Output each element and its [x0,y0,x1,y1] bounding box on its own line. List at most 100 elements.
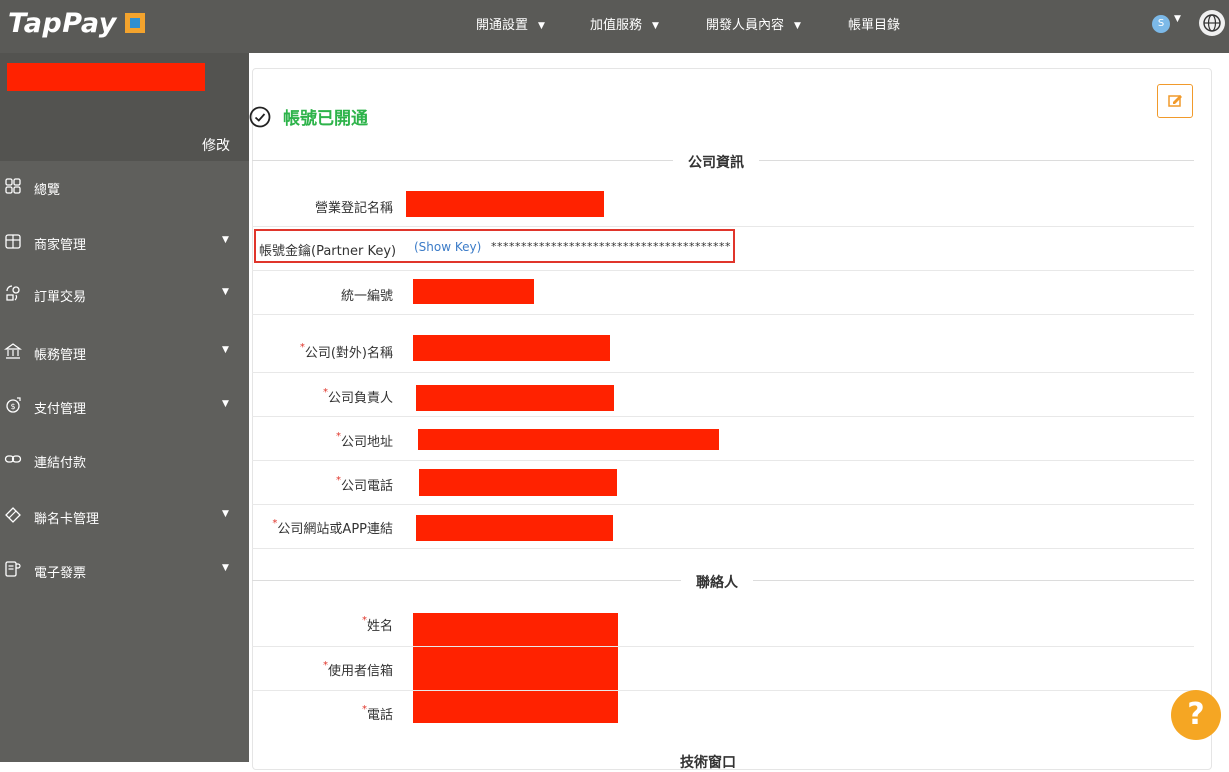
check-circle-icon [249,106,271,127]
nav-value-added[interactable]: 加值服務 ▼ [590,14,659,33]
bank-icon [4,343,22,359]
row-divider [252,646,1194,647]
sidebar-item-payment[interactable]: $ 支付管理 ▼ [0,391,249,421]
caret-down-icon: ▼ [222,235,229,245]
logo-mark-icon [124,13,145,33]
sidebar-item-store[interactable]: 商家管理 ▼ [0,227,249,257]
redacted-company-public-name [413,335,610,361]
edit-account-link[interactable]: 修改 [202,135,230,155]
edit-button[interactable] [1157,84,1193,118]
row-divider [252,504,1194,505]
section-title-contact: 聯絡人 [681,572,753,592]
edit-icon [1168,95,1182,107]
sidebar-item-label: 聯名卡管理 [34,512,100,527]
sidebar-item-e-invoice[interactable]: 電子發票 ▼ [0,555,249,585]
sidebar-item-payment-link[interactable]: 連結付款 [0,445,249,475]
account-status-text: 帳號已開通 [283,109,368,129]
partner-key-masked: **************************************** [491,240,731,253]
label-company-address: *公司地址 [336,431,393,450]
link-icon [4,455,22,463]
account-info-card [252,68,1212,770]
caret-down-icon: ▼ [222,345,229,355]
logo-text: TapPay [8,7,117,39]
label-contact-email: *使用者信箱 [323,660,393,679]
show-key-link[interactable]: (Show Key) [414,240,481,254]
redacted-company-address [418,429,719,450]
sidebar-item-label: 訂單交易 [34,290,87,305]
sidebar-item-label: 電子發票 [34,566,87,581]
sidebar-item-label: 總覽 [34,183,61,198]
caret-down-icon: ▼ [222,509,229,519]
nav-value-added-label: 加值服務 [590,18,643,33]
label-text: 公司(對外)名稱 [304,346,393,361]
label-text: 公司電話 [340,479,393,494]
redacted-contact-info [413,613,618,723]
nav-developer[interactable]: 開發人員內容 ▼ [706,14,801,33]
row-divider [252,690,1194,691]
label-contact-phone: *電話 [362,704,393,723]
sidebar-item-cobrand-card[interactable]: 聯名卡管理 ▼ [0,501,249,531]
sidebar-item-label: 支付管理 [34,402,87,417]
sidebar-account-header: 修改 [0,53,249,161]
label-contact-name: *姓名 [362,615,393,634]
payment-icon: $ [6,397,21,413]
row-divider [252,372,1194,373]
row-divider [252,226,1194,227]
row-divider [252,416,1194,417]
caret-down-icon: ▼ [794,20,801,31]
label-tax-id: 統一編號 [340,289,393,304]
label-text: 公司網站或APP連結 [277,522,393,537]
nav-setup[interactable]: 開通設置 ▼ [476,14,545,33]
section-title-company: 公司資訊 [673,152,759,172]
sidebar-item-label: 帳務管理 [34,348,87,363]
nav-setup-label: 開通設置 [476,18,529,33]
card-icon [5,507,21,523]
label-company-phone: *公司電話 [336,475,393,494]
redacted-business-name [406,191,604,217]
store-icon [5,234,21,249]
label-company-owner: *公司負責人 [323,387,393,406]
row-divider [252,548,1194,549]
overview-icon [5,178,21,194]
nav-billing[interactable]: 帳單目錄 [848,14,900,33]
sidebar-item-overview[interactable]: 總覽 [0,172,249,202]
redacted-company-website [416,515,613,541]
tappay-logo[interactable]: TapPay [8,6,145,40]
redacted-account-name [7,63,205,91]
svg-text:$: $ [10,402,15,411]
nav-billing-label: 帳單目錄 [848,18,901,33]
user-avatar[interactable]: S [1152,15,1170,33]
label-company-website: *公司網站或APP連結 [272,518,393,537]
sidebar-item-orders[interactable]: 訂單交易 ▼ [0,279,249,309]
label-business-name: 營業登記名稱 [314,201,393,216]
redacted-tax-id [413,279,534,304]
redacted-company-phone [419,469,617,496]
top-navbar: TapPay 開通設置 ▼ 加值服務 ▼ 開發人員內容 ▼ 帳單目錄 S ▼ [0,0,1229,53]
sidebar-item-accounting[interactable]: 帳務管理 ▼ [0,337,249,367]
label-text: 姓名 [366,619,393,634]
label-text: 電話 [366,708,393,723]
row-divider [252,270,1194,271]
redacted-company-owner [416,385,614,411]
caret-down-icon: ▼ [222,399,229,409]
nav-developer-label: 開發人員內容 [706,18,785,33]
help-button[interactable]: ? [1171,690,1221,740]
sidebar: 修改 總覽 商家管理 ▼ 訂單交易 ▼ 帳務管理 ▼ $ 支付管理 ▼ 連結付款… [0,53,249,762]
caret-down-icon: ▼ [538,20,545,31]
label-text: 公司負責人 [327,391,393,406]
label-partner-key: 帳號金鑰(Partner Key) [259,244,397,259]
globe-icon[interactable] [1199,10,1225,36]
label-company-public-name: *公司(對外)名稱 [300,342,393,361]
caret-down-icon[interactable]: ▼ [1174,14,1181,24]
account-status: 帳號已開通 [249,104,368,129]
invoice-icon [5,561,21,577]
caret-down-icon: ▼ [222,563,229,573]
label-text: 公司地址 [340,435,393,450]
caret-down-icon: ▼ [652,20,659,31]
avatar-letter: S [1157,18,1165,29]
sidebar-item-label: 商家管理 [34,238,87,253]
caret-down-icon: ▼ [222,287,229,297]
sidebar-item-label: 連結付款 [34,456,87,471]
order-icon [6,285,20,301]
row-divider [252,460,1194,461]
